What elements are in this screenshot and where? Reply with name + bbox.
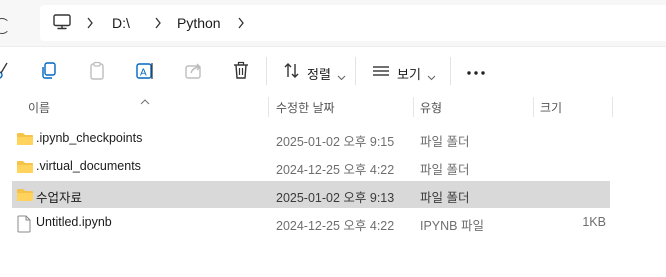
file-name: 수업자료: [36, 191, 83, 205]
column-divider[interactable]: [612, 97, 613, 117]
file-name: .ipynb_checkpoints: [36, 131, 143, 145]
file-date: 2024-12-25 오후 4:22: [276, 219, 395, 233]
file-row[interactable]: .ipynb_checkpoints 2025-01-02 오후 9:15 파일…: [12, 125, 610, 152]
file-row[interactable]: .virtual_documents 2024-12-25 오후 4:22 파일…: [12, 153, 610, 180]
file-type: 파일 폴더: [420, 135, 470, 149]
address-bar: D:\ Python: [0, 0, 666, 47]
file-row-selected[interactable]: 수업자료 2025-01-02 오후 9:13 파일 폴더: [12, 181, 610, 208]
address-field[interactable]: [40, 5, 666, 41]
cut-icon[interactable]: [0, 61, 12, 86]
refresh-icon[interactable]: [0, 18, 10, 34]
file-date: 2025-01-02 오후 9:15: [276, 135, 395, 149]
computer-icon[interactable]: [52, 12, 72, 37]
file-date: 2025-01-02 오후 9:13: [276, 191, 395, 205]
column-header-name[interactable]: 이름: [28, 99, 50, 116]
delete-icon[interactable]: [232, 61, 250, 86]
toolbar-separator: [450, 57, 451, 85]
file-date: 2024-12-25 오후 4:22: [276, 163, 395, 177]
more-icon[interactable]: [466, 64, 486, 82]
file-size: 1KB: [582, 215, 606, 229]
paste-icon[interactable]: [88, 61, 106, 86]
view-button[interactable]: 보기: [397, 64, 421, 83]
breadcrumb-python[interactable]: Python: [177, 15, 221, 31]
sort-up-icon: [140, 92, 150, 110]
file-name: Untitled.ipynb: [36, 215, 112, 229]
chevron-down-icon[interactable]: [337, 68, 346, 86]
chevron-right-icon[interactable]: [86, 16, 94, 34]
column-header-size[interactable]: 크기: [540, 99, 562, 116]
svg-text:A: A: [140, 68, 147, 79]
rename-icon[interactable]: A: [135, 61, 155, 86]
file-type: 파일 폴더: [420, 191, 470, 205]
command-bar: A 정렬 보기: [0, 47, 666, 95]
chevron-right-icon[interactable]: [154, 16, 162, 34]
chevron-right-icon[interactable]: [237, 16, 245, 34]
column-divider[interactable]: [533, 97, 534, 117]
sort-icon[interactable]: [283, 61, 301, 86]
column-divider[interactable]: [268, 97, 269, 117]
file-icon: [16, 215, 32, 238]
column-header-row: 이름 수정한 날짜 유형 크기: [0, 95, 666, 119]
file-type: 파일 폴더: [420, 163, 470, 177]
folder-icon: [16, 159, 34, 180]
breadcrumb-drive[interactable]: D:\: [112, 15, 130, 31]
column-header-date[interactable]: 수정한 날짜: [276, 99, 335, 116]
file-row[interactable]: Untitled.ipynb 2024-12-25 오후 4:22 IPYNB …: [12, 209, 610, 236]
share-icon[interactable]: [184, 61, 204, 86]
view-icon[interactable]: [372, 61, 390, 86]
column-divider[interactable]: [413, 97, 414, 117]
folder-icon: [16, 187, 34, 208]
copy-icon[interactable]: [40, 61, 58, 86]
chevron-down-icon[interactable]: [427, 68, 436, 86]
sort-button[interactable]: 정렬: [307, 64, 331, 83]
column-header-type[interactable]: 유형: [420, 99, 442, 116]
file-type: IPYNB 파일: [420, 219, 484, 233]
toolbar-separator: [266, 57, 267, 85]
folder-icon: [16, 131, 34, 152]
file-explorer-window: D:\ Python A 정렬 보기 이름 수정한 날짜 유형 크기 .ipyn…: [0, 0, 666, 277]
file-name: .virtual_documents: [36, 159, 141, 173]
toolbar-separator: [355, 57, 356, 85]
